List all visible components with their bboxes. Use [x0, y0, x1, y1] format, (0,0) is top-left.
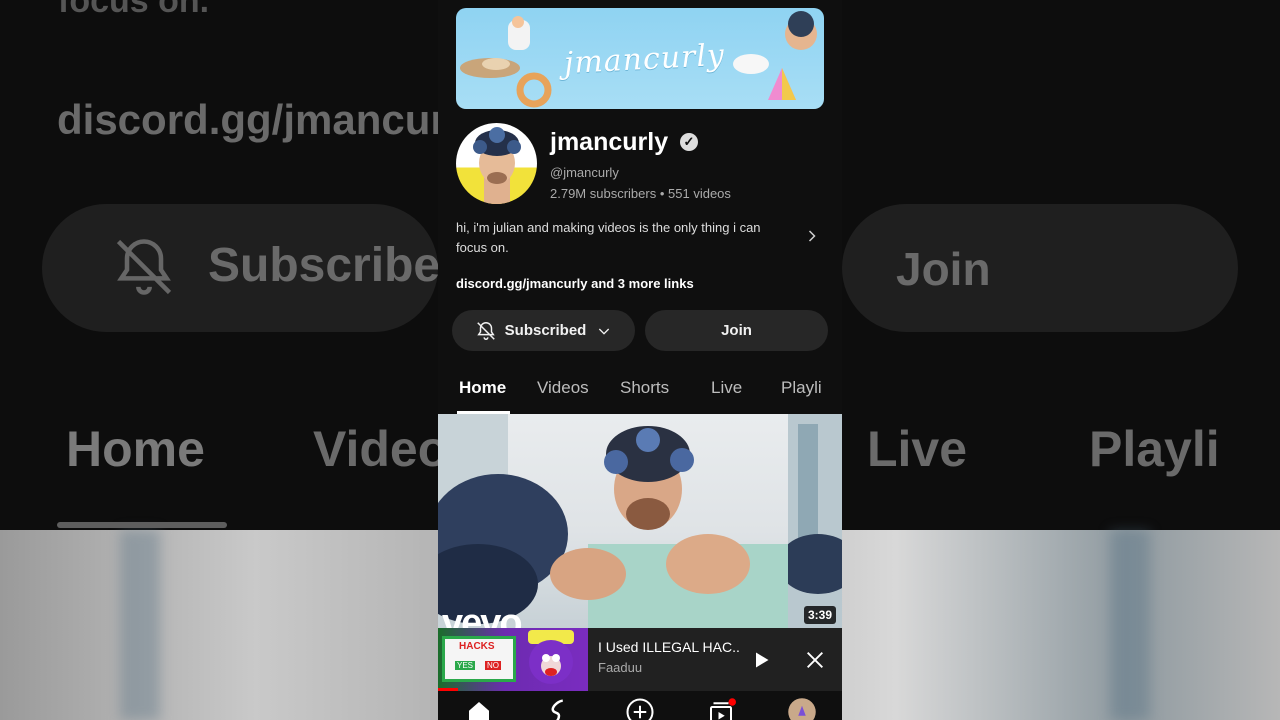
- close-icon[interactable]: [804, 649, 826, 671]
- background-tab-videos: Video: [313, 421, 449, 477]
- subscriber-count: 2.79M subscribers: [550, 186, 657, 201]
- channel-stats: 2.79M subscribers • 551 videos: [550, 186, 731, 201]
- tab-playlists[interactable]: Playli: [781, 378, 822, 398]
- miniplayer-thumbnail[interactable]: HACKS YES NO: [438, 628, 588, 691]
- channel-banner: jmancurly: [456, 8, 824, 109]
- miniplayer-title[interactable]: I Used ILLEGAL HAC..: [598, 639, 740, 655]
- video-scene: [438, 414, 842, 628]
- tab-live[interactable]: Live: [711, 378, 742, 398]
- tab-shorts[interactable]: Shorts: [620, 378, 669, 398]
- youtube-app: jmancurly jmancurly ✓ @jmancurly 2.79M s…: [438, 0, 842, 720]
- thumb-hacks-text: HACKS: [459, 641, 495, 652]
- thumb-yes-text: YES: [455, 661, 476, 670]
- tab-home[interactable]: Home: [459, 378, 506, 398]
- subscribed-label: Subscribed: [504, 322, 587, 339]
- chevron-down-icon: [599, 328, 610, 335]
- background-tab-underline: [57, 522, 227, 528]
- miniplayer[interactable]: HACKS YES NO I Used ILLEGAL HAC.. Faaduu: [438, 628, 842, 691]
- play-icon[interactable]: [751, 650, 771, 670]
- subscribed-button[interactable]: Subscribed: [452, 310, 635, 351]
- background-bell-off-icon: [116, 239, 172, 295]
- verified-check-icon: ✓: [680, 133, 698, 151]
- video-count: 551 videos: [668, 186, 731, 201]
- thumb-character: [528, 630, 574, 684]
- thumb-hacks-card: HACKS YES NO: [442, 636, 516, 682]
- channel-avatar[interactable]: [456, 123, 537, 204]
- background-join-text: Join: [896, 243, 991, 295]
- video-duration: 3:39: [803, 606, 836, 624]
- stats-separator: •: [659, 186, 665, 201]
- home-icon[interactable]: [464, 697, 494, 720]
- thumb-no-text: NO: [485, 661, 501, 670]
- channel-description[interactable]: hi, i'm julian and making videos is the …: [456, 218, 786, 258]
- bell-off-icon: [476, 321, 495, 340]
- shorts-icon[interactable]: [544, 697, 574, 720]
- channel-links[interactable]: discord.gg/jmancurly and 3 more links: [456, 276, 694, 291]
- bottom-navigation: [438, 691, 842, 720]
- background-tab-home: Home: [66, 421, 205, 477]
- subscriptions-icon[interactable]: [706, 697, 736, 720]
- profile-avatar[interactable]: [787, 697, 817, 720]
- background-subscribed-text: Subscribe: [208, 239, 441, 292]
- background-description-text: focus on.: [58, 0, 210, 20]
- background-tab-live: Live: [867, 421, 968, 477]
- background-streak: [120, 530, 160, 720]
- join-label: Join: [721, 322, 752, 339]
- background-tab-playlists: Playli: [1089, 421, 1220, 477]
- featured-video-thumbnail[interactable]: vevo 3:39: [438, 414, 842, 628]
- channel-handle: @jmancurly: [550, 165, 619, 180]
- join-button[interactable]: Join: [645, 310, 828, 351]
- miniplayer-author: Faaduu: [598, 660, 643, 675]
- vevo-watermark: vevo: [442, 602, 523, 628]
- avatar-portrait: [473, 127, 521, 204]
- channel-tabs: Home Videos Shorts Live Playli: [438, 370, 842, 414]
- chevron-right-icon[interactable]: [802, 224, 822, 248]
- create-icon[interactable]: [625, 697, 655, 720]
- background-links-text: discord.gg/jmancur: [57, 96, 447, 143]
- tab-videos[interactable]: Videos: [537, 378, 589, 398]
- channel-name: jmancurly: [550, 128, 669, 156]
- background-streak: [1110, 530, 1150, 720]
